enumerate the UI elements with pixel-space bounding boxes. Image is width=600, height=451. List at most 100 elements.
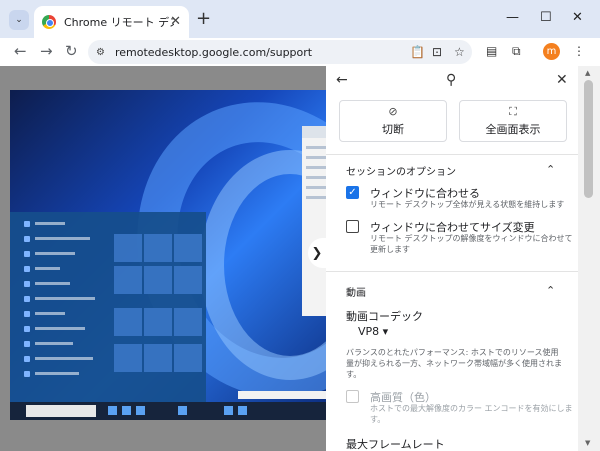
remote-tile [114,234,142,262]
remote-window-row [306,196,326,199]
remote-notification [238,391,326,399]
session-side-panel: ← ⚲ ✕ ⊘ 切断 ⛶ 全画面表示 セッションのオプション ⌃ ✓ ウィンドウ… [326,66,578,451]
install-app-icon[interactable]: ⊡ [432,44,442,60]
dropdown-arrow-icon: ▾ [382,325,389,338]
fullscreen-icon: ⛶ [509,104,517,118]
list-item [24,278,106,289]
address-bar[interactable]: ⚙ remotedesktop.google.com/support 📋 ⊡ ☆ [88,40,472,64]
window-close-button[interactable]: ✕ [572,11,583,24]
site-info-icon[interactable]: ⚙ [96,47,105,58]
list-item [24,308,106,319]
maximize-button[interactable]: ☐ [540,11,552,24]
back-button[interactable]: ← [14,42,27,60]
remote-tile [174,308,202,336]
remote-desktop-view[interactable] [10,90,326,420]
panel-close-icon[interactable]: ✕ [556,72,568,88]
disconnect-icon: ⊘ [388,104,398,118]
new-tab-button[interactable]: + [196,10,211,28]
resize-window-checkbox[interactable] [346,220,359,233]
remote-taskbar [10,402,326,420]
session-options-heading: セッションのオプション [346,167,456,178]
chevron-down-icon: ⌄ [15,15,23,25]
fullscreen-button[interactable]: ⛶ 全画面表示 [459,100,567,142]
list-item [24,248,106,259]
remote-tile [174,344,202,372]
tab-title: Chrome リモート デスクトップ [64,16,174,29]
panel-scrollbar[interactable]: ▲ ▼ [578,66,600,451]
video-codec-desc: バランスのとれたパフォーマンス: ホストでのリソース使用量が抑えられる一方、ネッ… [346,348,562,379]
remote-tile [144,234,172,262]
remote-tile [174,266,202,294]
list-item [24,368,106,379]
chevron-up-icon[interactable]: ⌃ [546,163,555,176]
scroll-down-icon[interactable]: ▼ [585,439,590,447]
panel-back-icon[interactable]: ← [336,72,348,88]
remote-window-titlebar [302,126,326,138]
clipboard-icon[interactable]: 📋 [410,44,425,60]
remote-tile [144,344,172,372]
disconnect-button[interactable]: ⊘ 切断 [339,100,447,142]
fit-window-desc: リモート デスクトップ全体が見える状態を維持します [370,200,565,209]
chevron-up-icon[interactable]: ⌃ [546,284,555,297]
remote-tile [174,234,202,262]
max-framerate-label: 最大フレームレート [346,438,445,451]
remote-taskbar-app [178,406,187,415]
scrollbar-thumb[interactable] [584,80,593,198]
url-text[interactable]: remotedesktop.google.com/support [115,46,312,59]
divider [326,271,578,272]
video-heading: 動画 [346,288,366,299]
browser-toolbar: ← → ↻ ⚙ remotedesktop.google.com/support… [0,38,600,66]
remote-tile [144,266,172,294]
tab-search-button[interactable]: ⌄ [9,10,29,30]
remote-taskbar-search [26,405,96,417]
tab-close-icon[interactable]: ✕ [170,15,181,28]
remote-taskbar-app [108,406,117,415]
list-item [24,293,106,304]
remote-window-row [306,186,326,189]
high-quality-desc: ホストでの最大解像度のカラー エンコードを有効にします。 [370,404,573,424]
video-codec-label: 動画コーデック [346,310,423,323]
list-item [24,338,106,349]
disconnect-label: 切断 [382,122,404,136]
bookmark-star-icon[interactable]: ☆ [454,44,465,60]
remote-tile [114,308,142,336]
remote-app-list [24,218,106,383]
extensions-icon[interactable]: ⧉ [512,43,521,59]
profile-avatar[interactable]: m [543,43,560,60]
remote-window-row [306,146,326,149]
remote-window-row [306,166,326,169]
fullscreen-label: 全画面表示 [485,122,541,136]
browser-tab[interactable]: Chrome リモート デスクトップ ✕ [34,6,189,38]
minimize-button[interactable]: — [506,11,519,24]
remote-tile [114,266,142,294]
menu-icon[interactable]: ⋮ [573,43,585,59]
reading-mode-icon[interactable]: ▤ [486,43,497,59]
video-codec-value: VP8 [358,325,380,338]
list-item [24,263,106,274]
tab-strip: ⌄ Chrome リモート デスクトップ ✕ + — ☐ ✕ [0,0,600,38]
remote-tile [144,308,172,336]
remote-taskbar-app [122,406,131,415]
divider [326,154,578,155]
list-item [24,218,106,229]
high-quality-checkbox[interactable] [346,390,359,403]
remote-window-row [306,176,326,179]
remote-start-menu [10,212,206,402]
remote-taskbar-app [224,406,233,415]
remote-taskbar-app [136,406,145,415]
chrome-remote-desktop-favicon-icon [42,15,56,29]
list-item [24,323,106,334]
remote-tile [114,344,142,372]
remote-explorer-window [302,126,326,316]
page-content: ❯ ← ⚲ ✕ ⊘ 切断 ⛶ 全画面表示 セッションのオプション ⌃ ✓ ウィン… [0,66,600,451]
list-item [24,353,106,364]
reload-button[interactable]: ↻ [65,42,78,60]
scroll-up-icon[interactable]: ▲ [585,69,590,77]
video-codec-select[interactable]: VP8 ▾ [358,325,388,338]
pin-icon[interactable]: ⚲ [446,72,456,88]
forward-button[interactable]: → [40,42,53,60]
remote-taskbar-app [238,406,247,415]
remote-window-row [306,156,326,159]
resize-window-desc: リモート デスクトップの解像度をウィンドウに合わせて更新します [370,234,573,254]
fit-window-checkbox[interactable]: ✓ [346,186,359,199]
